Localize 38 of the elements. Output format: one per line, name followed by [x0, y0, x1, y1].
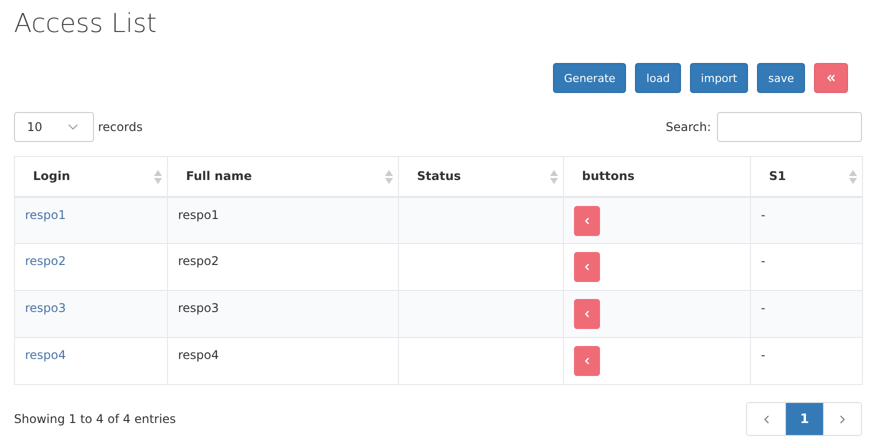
table-cell: respo4 [178, 348, 219, 362]
page-size-select[interactable]: 10 [14, 112, 94, 142]
table-cell: respo3 [178, 301, 219, 315]
back-button[interactable] [574, 346, 600, 376]
login-link[interactable]: respo4 [25, 348, 66, 362]
login-link[interactable]: respo1 [25, 208, 66, 222]
chevron-left-icon [582, 216, 592, 226]
sort-icon[interactable] [849, 169, 857, 185]
page-title: Access List [14, 8, 158, 41]
back-button[interactable] [574, 299, 600, 329]
back-button[interactable] [574, 252, 600, 282]
table-cell: - [761, 301, 766, 315]
table-cell: respo1 [178, 208, 219, 222]
search-field[interactable] [717, 112, 862, 142]
toolbar-button[interactable]: Generate [553, 63, 626, 93]
entries-info: Showing 1 to 4 of 4 entries [14, 412, 176, 426]
table-cell: - [761, 208, 766, 222]
sort-icon[interactable] [154, 169, 162, 185]
records-label: records [98, 120, 143, 134]
login-link[interactable]: respo2 [25, 254, 66, 268]
search-label: Search: [666, 120, 711, 134]
table-cell: - [761, 254, 766, 268]
chevron-left-icon [582, 262, 592, 272]
double-chevron-left-icon [825, 72, 837, 84]
sort-icon[interactable] [550, 169, 558, 185]
next-page-button[interactable] [823, 403, 861, 435]
chevron-left-icon [582, 356, 592, 366]
login-link[interactable]: respo3 [25, 301, 66, 315]
table-cell: respo2 [178, 254, 219, 268]
chevron-left-icon [582, 309, 592, 319]
toolbar-button[interactable]: load [635, 63, 681, 93]
sort-icon[interactable] [385, 169, 393, 185]
page-button[interactable]: 1 [785, 403, 823, 435]
back-button[interactable] [574, 206, 600, 236]
toolbar-button[interactable]: save [757, 63, 805, 93]
toolbar-button[interactable]: import [690, 63, 748, 93]
collapse-button[interactable] [814, 63, 848, 93]
table-cell: - [761, 348, 766, 362]
